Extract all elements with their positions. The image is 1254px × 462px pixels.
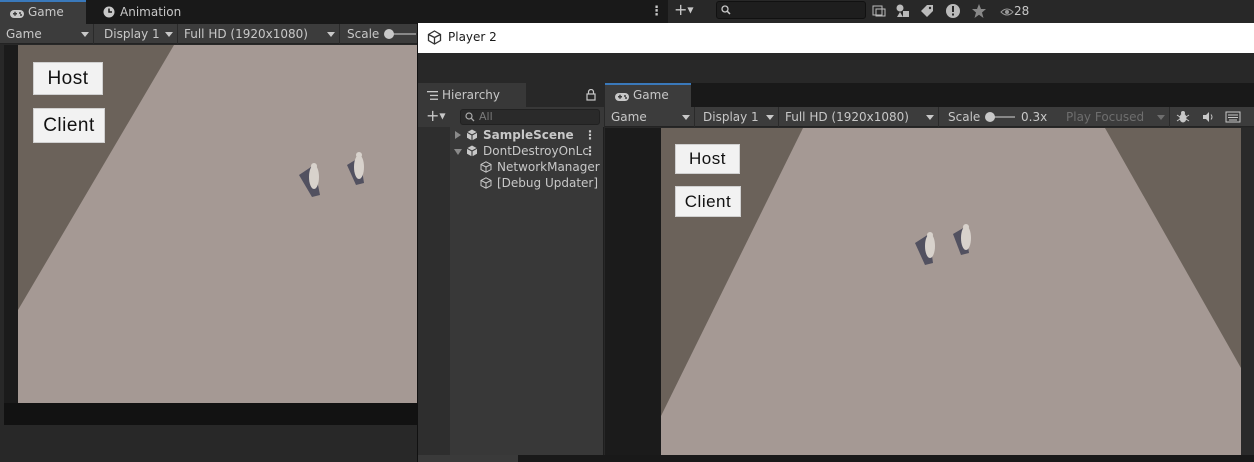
display-dropdown[interactable]: Display 1 — [98, 24, 178, 44]
scale-value: 0.3x — [1021, 110, 1048, 124]
bg-game-toolbar: Game Display 1 Full HD (1920x1080) Scale — [0, 24, 418, 44]
player2-window: Player 2 Hierarchy +▼ All SampleScene ⋮ — [417, 23, 1254, 462]
hierarchy-toolbar: +▼ All — [418, 107, 604, 127]
p2-game-panel: Game Game Display 1 Full HD (1920x1080) … — [605, 83, 1254, 462]
view-mode-dropdown[interactable]: Game — [0, 24, 94, 44]
hierarchy-search-input[interactable]: All — [460, 109, 600, 125]
window-titlebar[interactable]: Player 2 — [418, 23, 1254, 53]
window-bottom-bar — [418, 455, 1254, 462]
chevron-down-icon — [327, 32, 335, 37]
tag-icon[interactable] — [918, 2, 936, 20]
scale-label: Scale — [948, 110, 981, 124]
tab-hierarchy[interactable]: Hierarchy — [418, 83, 526, 107]
create-button[interactable]: +▼ — [426, 107, 446, 126]
shapes-icon[interactable] — [894, 2, 912, 20]
resolution-value: Full HD (1920x1080) — [785, 110, 909, 124]
tab-animation-label: Animation — [120, 5, 182, 19]
resolution-dropdown[interactable]: Full HD (1920x1080) — [178, 24, 340, 44]
gamepad-icon — [10, 10, 24, 18]
chevron-down-icon — [165, 32, 173, 37]
keyboard-icon[interactable] — [1225, 110, 1241, 124]
hierarchy-item-label: [Debug Updater] — [497, 176, 599, 190]
tab-game[interactable]: Game — [605, 83, 691, 107]
view-mode-value: Game — [6, 27, 42, 41]
chevron-down-icon — [766, 115, 774, 120]
hierarchy-tab-bar: Hierarchy — [418, 83, 604, 107]
gamepad-icon — [615, 93, 629, 101]
item-menu-kebab[interactable]: ⋮ — [584, 143, 596, 159]
hierarchy-item-samplescene[interactable]: SampleScene ⋮ — [418, 127, 604, 143]
tab-menu-kebab[interactable]: ⋮ — [650, 4, 663, 19]
hierarchy-panel: Hierarchy +▼ All SampleScene ⋮ DontDestr… — [418, 83, 604, 462]
play-mode-value: Play Focused — [1066, 110, 1145, 124]
display-value: Display 1 — [104, 27, 160, 41]
layers-icon[interactable] — [870, 2, 888, 20]
display-dropdown[interactable]: Display 1 — [697, 107, 779, 127]
hierarchy-item-debug-updater[interactable]: [Debug Updater] — [418, 175, 604, 191]
client-button[interactable]: Client — [675, 186, 741, 217]
hierarchy-item-dontdestroyonload[interactable]: DontDestroyOnLc ⋮ — [418, 143, 604, 159]
p2-scene-render — [661, 128, 1254, 455]
hierarchy-item-label: DontDestroyOnLc — [483, 144, 589, 158]
warning-icon[interactable] — [944, 2, 962, 20]
hierarchy-item-label: NetworkManager — [497, 160, 600, 174]
chevron-down-icon — [682, 115, 690, 120]
item-menu-kebab[interactable]: ⋮ — [584, 127, 596, 143]
bg-scene-render — [4, 45, 418, 425]
host-button[interactable]: Host — [33, 62, 103, 95]
tab-game[interactable]: Game — [0, 0, 86, 24]
hierarchy-search-placeholder: All — [479, 110, 493, 123]
chevron-down-icon — [1157, 115, 1165, 120]
bg-game-viewport[interactable]: Host Client — [4, 45, 418, 425]
resolution-dropdown[interactable]: Full HD (1920x1080) — [779, 107, 939, 127]
view-mode-dropdown[interactable]: Game — [605, 107, 695, 127]
visibility-counter[interactable]: 28 — [1000, 0, 1029, 22]
unity-logo-icon — [427, 30, 442, 45]
gameobject-cube-icon — [480, 177, 492, 189]
clock-icon — [103, 6, 115, 18]
unity-scene-icon — [466, 145, 478, 157]
gameobject-cube-icon — [480, 161, 492, 173]
hierarchy-tree: SampleScene ⋮ DontDestroyOnLc ⋮ NetworkM… — [418, 127, 604, 191]
bg-tab-bar: Game Animation ⋮ — [0, 0, 668, 24]
tab-animation[interactable]: Animation — [92, 0, 192, 24]
search-icon — [465, 112, 475, 122]
tab-game-label: Game — [28, 5, 64, 19]
p2-game-viewport[interactable]: Host Client — [605, 128, 1254, 455]
collapse-arrow-icon[interactable] — [454, 149, 462, 155]
hierarchy-tab-label: Hierarchy — [442, 88, 501, 102]
expand-arrow-icon[interactable] — [455, 131, 461, 139]
play-mode-dropdown[interactable]: Play Focused — [1060, 107, 1170, 127]
client-button[interactable]: Client — [33, 108, 105, 143]
search-icon — [721, 5, 731, 15]
bottom-tab-stub — [418, 455, 518, 462]
list-icon — [427, 91, 438, 100]
host-button[interactable]: Host — [675, 144, 740, 174]
resolution-value: Full HD (1920x1080) — [184, 27, 308, 41]
scene-search-input[interactable] — [716, 1, 866, 19]
tab-game-label: Game — [633, 88, 669, 102]
scale-slider-knob[interactable] — [384, 29, 394, 39]
chevron-down-icon — [81, 32, 89, 37]
p2-game-tab-bar: Game — [605, 83, 1254, 107]
star-icon[interactable] — [970, 2, 988, 20]
visible-count: 28 — [1014, 4, 1030, 18]
scene-toolbar: +▼ 28 — [668, 0, 1254, 22]
hierarchy-item-networkmanager[interactable]: NetworkManager — [418, 159, 604, 175]
view-mode-value: Game — [611, 110, 647, 124]
bug-icon[interactable] — [1176, 110, 1190, 124]
add-object-button[interactable]: +▼ — [674, 1, 706, 21]
unity-scene-icon — [466, 129, 478, 141]
chevron-down-icon — [926, 115, 934, 120]
p2-game-toolbar: Game Display 1 Full HD (1920x1080) Scale… — [605, 107, 1254, 127]
display-value: Display 1 — [703, 110, 759, 124]
window-title: Player 2 — [448, 30, 497, 44]
eye-icon — [1000, 8, 1014, 15]
window-toolbar-strip — [418, 53, 1254, 83]
scale-slider-knob[interactable] — [985, 112, 995, 122]
lock-icon[interactable] — [586, 89, 596, 101]
hierarchy-item-label: SampleScene — [483, 128, 574, 142]
speaker-icon[interactable] — [1201, 110, 1215, 124]
scale-label: Scale — [347, 27, 380, 41]
